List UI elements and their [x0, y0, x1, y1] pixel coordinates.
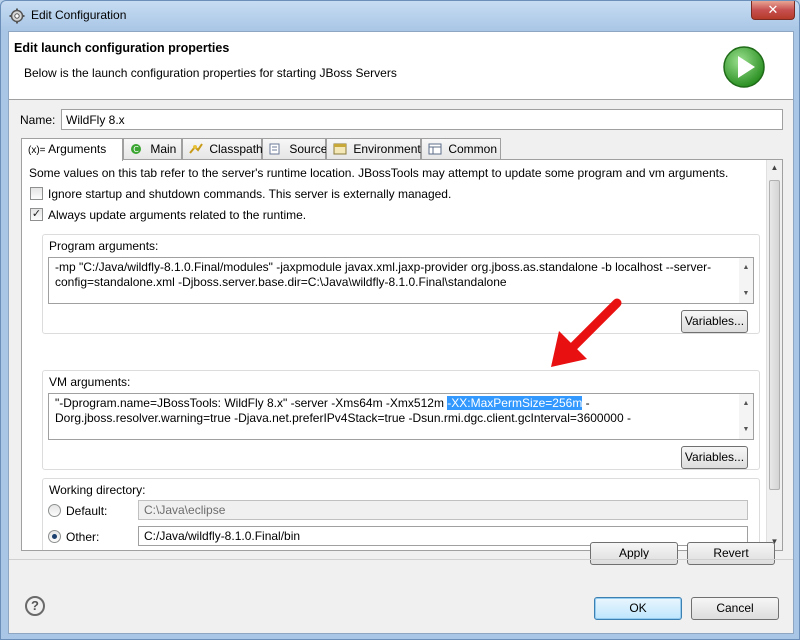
gear-icon: [9, 8, 25, 24]
scrollbar-thumb[interactable]: [769, 180, 780, 490]
radio-label: Default:: [66, 504, 108, 518]
tab-label: Common: [448, 142, 498, 156]
footer-divider: [9, 559, 793, 560]
radio-label: Other:: [66, 530, 100, 544]
vm-args-line: Dorg.jboss.resolver.warning=true -Djava.…: [55, 411, 631, 425]
common-icon: [428, 143, 442, 155]
name-label: Name:: [20, 113, 56, 127]
classpath-icon: [189, 143, 203, 154]
checkbox-label: Always update arguments related to the r…: [48, 208, 307, 222]
dialog-body: Edit launch configuration properties Bel…: [8, 31, 794, 634]
title-bar[interactable]: Edit Configuration ✕: [1, 1, 799, 31]
textarea-scrollbar[interactable]: ▲ ▼: [739, 258, 753, 303]
radio-button[interactable]: [48, 504, 61, 517]
vm-arguments-label: VM arguments:: [49, 375, 131, 389]
program-variables-button[interactable]: Variables...: [681, 310, 748, 333]
checkmark-icon[interactable]: ✓: [30, 208, 43, 221]
checkbox-box[interactable]: [30, 187, 43, 200]
cancel-button[interactable]: Cancel: [691, 597, 779, 620]
program-args-line: -mp "C:/Java/wildfly-8.1.0.Final/modules…: [55, 260, 712, 274]
environment-icon: [333, 143, 347, 155]
panel-scrollbar[interactable]: ▲ ▼: [766, 160, 782, 550]
program-arguments-label: Program arguments:: [49, 239, 159, 253]
program-args-line: config=standalone.xml -Djboss.server.bas…: [55, 275, 507, 289]
revert-button[interactable]: Revert: [687, 542, 775, 565]
default-directory-field: C:\Java\eclipse: [138, 500, 748, 520]
working-directory-group: Working directory: Default: C:\Java\ecli…: [42, 478, 760, 550]
tab-label: Source: [289, 142, 328, 156]
textarea-scrollbar[interactable]: ▲ ▼: [739, 394, 753, 439]
vm-variables-button[interactable]: Variables...: [681, 446, 748, 469]
annotation-arrow-icon: [551, 298, 622, 367]
window-title: Edit Configuration: [31, 8, 127, 22]
scroll-up-icon[interactable]: ▲: [767, 160, 782, 176]
tab-source[interactable]: Source: [262, 138, 328, 160]
tab-environment[interactable]: Environment: [326, 138, 421, 160]
header-title: Edit launch configuration properties: [14, 41, 230, 55]
ok-button[interactable]: OK: [594, 597, 682, 620]
vm-args-text: -: [582, 396, 590, 410]
vm-args-line: "-Dprogram.name=JBossTools: WildFly 8.x"…: [55, 396, 747, 411]
tab-classpath[interactable]: Classpath: [182, 138, 263, 160]
main-icon: C: [131, 144, 141, 154]
arguments-icon: (x)=: [28, 145, 46, 156]
checkbox-label: Ignore startup and shutdown commands. Th…: [48, 187, 452, 201]
info-text: Some values on this tab refer to the ser…: [29, 166, 729, 180]
svg-text:C: C: [133, 145, 139, 154]
program-arguments-group: Program arguments: -mp "C:/Java/wildfly-…: [42, 234, 760, 334]
vm-args-text: "-Dprogram.name=JBossTools: WildFly 8.x"…: [55, 396, 448, 410]
help-icon[interactable]: ?: [25, 596, 45, 616]
arguments-panel: Some values on this tab refer to the ser…: [21, 159, 783, 551]
tab-label: Classpath: [209, 142, 263, 156]
tab-arguments[interactable]: (x)= Arguments: [21, 138, 123, 161]
tab-main[interactable]: C Main: [123, 138, 182, 160]
tab-label: Arguments: [48, 142, 107, 156]
program-arguments-textarea[interactable]: -mp "C:/Java/wildfly-8.1.0.Final/modules…: [48, 257, 754, 304]
tab-label: Main: [150, 142, 177, 156]
tab-common[interactable]: Common: [421, 138, 501, 160]
radio-button[interactable]: [48, 530, 61, 543]
dialog-header: Edit launch configuration properties Bel…: [9, 32, 793, 100]
tab-label: Environment: [353, 142, 421, 156]
arguments-scroll-content: Some values on this tab refer to the ser…: [22, 160, 767, 550]
apply-button[interactable]: Apply: [590, 542, 678, 565]
header-description: Below is the launch configuration proper…: [24, 66, 397, 80]
vm-arguments-group: VM arguments: "-Dprogram.name=JBossTools…: [42, 370, 760, 470]
name-input[interactable]: [61, 109, 783, 130]
selected-text: -XX:MaxPermSize=256m: [447, 396, 583, 410]
close-button[interactable]: ✕: [751, 1, 795, 20]
working-directory-label: Working directory:: [49, 483, 146, 497]
source-icon: [269, 143, 280, 155]
vm-arguments-textarea[interactable]: "-Dprogram.name=JBossTools: WildFly 8.x"…: [48, 393, 754, 440]
edit-configuration-window: Edit Configuration ✕ Edit launch configu…: [0, 0, 800, 640]
run-icon: [723, 46, 765, 88]
